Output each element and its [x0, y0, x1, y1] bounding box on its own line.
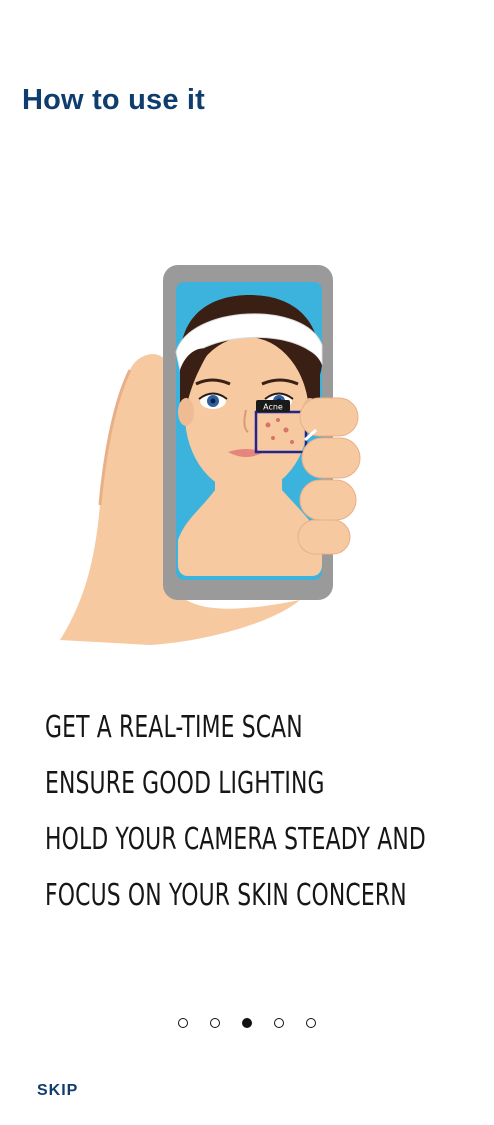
page-dot-1[interactable]: [178, 1018, 188, 1028]
page-indicator: [0, 1016, 494, 1030]
phone-skin-scan-illustration: Acne: [60, 265, 361, 645]
instruction-line: focus on your skin concern: [45, 878, 407, 913]
page-dot-4[interactable]: [274, 1018, 284, 1028]
skip-button[interactable]: SKIP: [37, 1082, 78, 1100]
page-title: How to use it: [22, 84, 206, 116]
page-dot-2[interactable]: [210, 1018, 220, 1028]
page-dot-5[interactable]: [306, 1018, 316, 1028]
instruction-list: Get a real-time scan Ensure good lightin…: [45, 700, 475, 924]
instruction-line: Hold your camera steady and: [45, 822, 426, 857]
page-dot-3-active[interactable]: [242, 1018, 252, 1028]
detection-label: Acne: [263, 403, 283, 412]
instruction-line: Get a real-time scan: [45, 710, 303, 745]
instruction-line: Ensure good lighting: [45, 766, 325, 801]
